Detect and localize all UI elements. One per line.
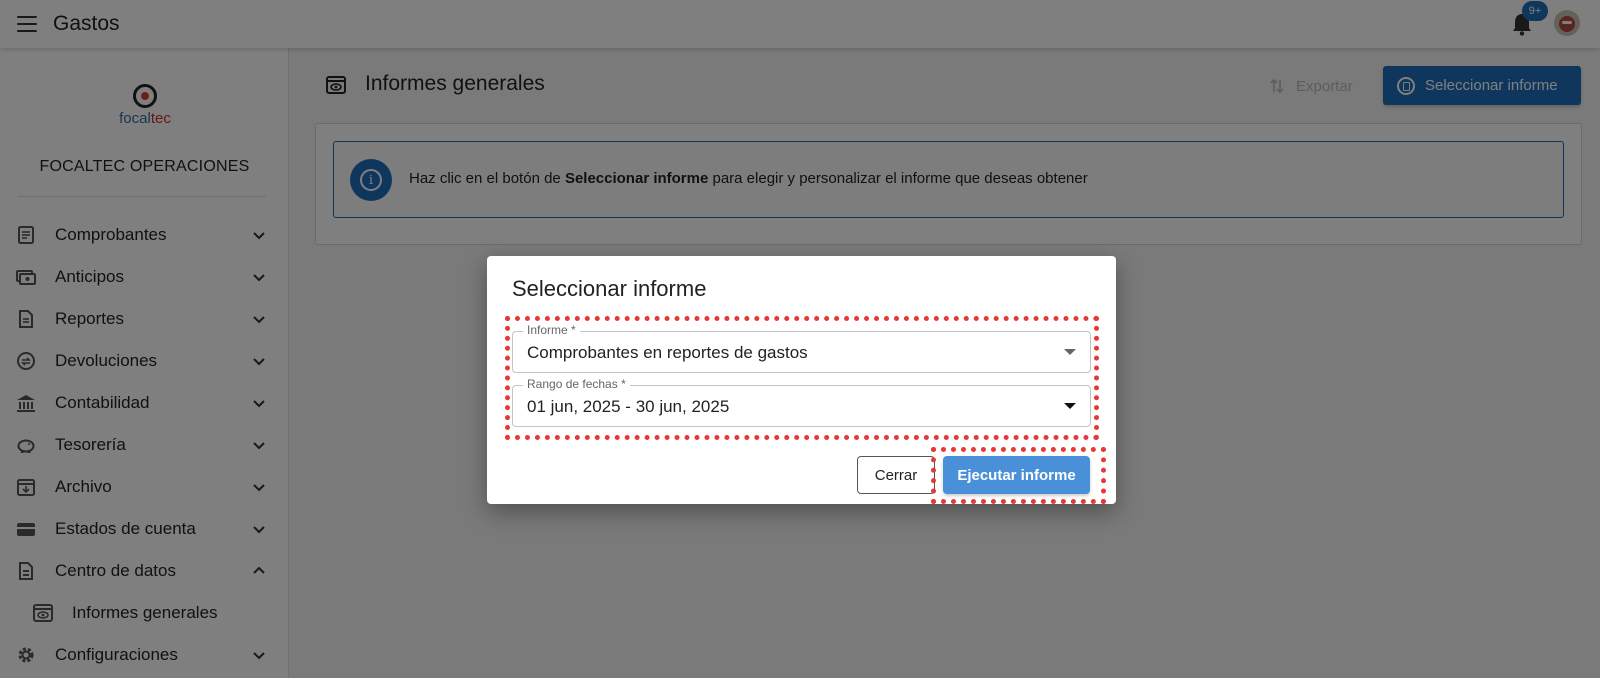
select-report-dialog: Seleccionar informe Informe * Comprobant…: [487, 256, 1116, 504]
close-button[interactable]: Cerrar: [857, 456, 935, 494]
highlight-fields: [505, 316, 1099, 440]
highlight-run-button: [931, 447, 1106, 504]
dialog-title: Seleccionar informe: [512, 276, 707, 301]
